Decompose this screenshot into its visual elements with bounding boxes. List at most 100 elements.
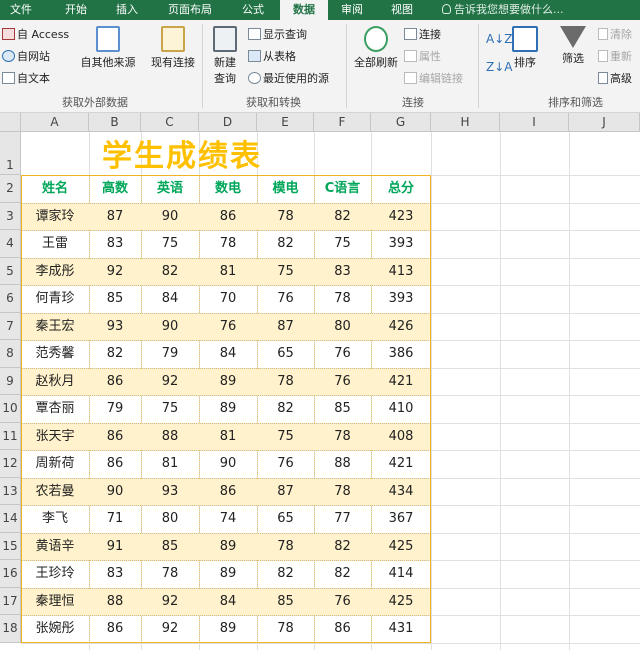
refresh-icon (364, 26, 388, 52)
recent-sources-icon (248, 72, 261, 84)
from-other-label: 自其他来源 (80, 56, 136, 69)
tab-file[interactable]: 文件 (0, 0, 42, 20)
sort-descending-icon[interactable]: Z↓A (486, 58, 512, 76)
row-header-9[interactable]: 9 (0, 367, 21, 395)
refresh-all-button[interactable]: 全部刷新 (350, 26, 402, 70)
tab-data[interactable]: 数据 (280, 0, 328, 20)
other-sources-icon (96, 26, 120, 52)
filter-button[interactable]: 筛选 (556, 26, 590, 66)
from-access-label: 自 Access (17, 28, 70, 41)
sort-icon (512, 26, 538, 52)
properties-label: 属性 (419, 50, 441, 63)
show-queries-button[interactable]: 显示查询 (248, 26, 307, 44)
from-text-label: 自文本 (17, 72, 50, 85)
group-label-sort-filter: 排序和筛选 (548, 96, 603, 109)
from-table-label: 从表格 (263, 50, 296, 63)
from-other-sources-button[interactable]: 自其他来源 (76, 26, 140, 70)
new-query-icon (213, 26, 237, 52)
ribbon-tabs: 文件 开始 插入 页面布局 公式 数据 审阅 视图 告诉我您想要做什么... (0, 0, 640, 20)
row-header-3[interactable]: 3 (0, 202, 21, 230)
new-query-label: 新建 (214, 56, 236, 69)
column-header-b[interactable]: B (89, 113, 141, 132)
column-header-d[interactable]: D (199, 113, 257, 132)
gridline (21, 642, 640, 644)
from-table-button[interactable]: 从表格 (248, 48, 296, 66)
group-label-external: 获取外部数据 (62, 96, 128, 109)
row-header-16[interactable]: 16 (0, 560, 21, 588)
recent-sources-label: 最近使用的源 (263, 72, 329, 85)
row-header-5[interactable]: 5 (0, 257, 21, 285)
connections-icon (404, 28, 417, 40)
column-header-h[interactable]: H (431, 113, 500, 132)
row-header-7[interactable]: 7 (0, 312, 21, 340)
row-header-17[interactable]: 17 (0, 587, 21, 615)
advanced-filter-icon (598, 72, 608, 84)
from-text-button[interactable]: 自文本 (2, 70, 50, 88)
row-header-8[interactable]: 8 (0, 340, 21, 368)
recent-sources-button[interactable]: 最近使用的源 (248, 70, 329, 88)
new-query-button[interactable]: 新建 查询 (206, 26, 244, 86)
from-access-button[interactable]: 自 Access (2, 26, 69, 44)
row-header-13[interactable]: 13 (0, 477, 21, 505)
column-header-a[interactable]: A (21, 113, 89, 132)
sort-button[interactable]: 排序 (510, 26, 540, 70)
existing-connections-button[interactable]: 现有连接 (146, 26, 200, 70)
separator (202, 24, 203, 108)
row-header-2[interactable]: 2 (0, 175, 21, 203)
row-header-6[interactable]: 6 (0, 285, 21, 313)
column-header-f[interactable]: F (314, 113, 371, 132)
new-query-label-2: 查询 (214, 72, 236, 85)
gridline (500, 132, 501, 650)
table-outer-border (21, 175, 431, 643)
clear-filter-button[interactable]: 清除 (598, 26, 632, 44)
select-all-corner[interactable] (0, 113, 21, 132)
properties-button[interactable]: 属性 (404, 48, 441, 66)
existing-connections-icon (161, 26, 185, 52)
tab-insert[interactable]: 插入 (102, 0, 152, 20)
connections-button[interactable]: 连接 (404, 26, 441, 44)
reapply-button[interactable]: 重新 (598, 48, 632, 66)
refresh-all-label: 全部刷新 (354, 56, 398, 69)
tab-home[interactable]: 开始 (50, 0, 102, 20)
spreadsheet-grid: ABCDEFGHIJ 1 2 3 4 5 6 7 8 9 10 11 12 13 14 15 16 17 18 学… (0, 113, 640, 650)
column-header-j[interactable]: J (569, 113, 640, 132)
row-header-15[interactable]: 15 (0, 532, 21, 560)
reapply-icon (598, 50, 608, 62)
tab-view[interactable]: 视图 (376, 0, 428, 20)
separator (478, 24, 479, 108)
access-icon (2, 28, 15, 40)
show-queries-icon (248, 28, 261, 40)
tell-me-text: 告诉我您想要做什么... (454, 3, 564, 16)
lightbulb-icon (442, 4, 451, 14)
row-header-4[interactable]: 4 (0, 230, 21, 258)
from-web-button[interactable]: 自网站 (2, 48, 50, 66)
edit-links-button[interactable]: 编辑链接 (404, 70, 463, 88)
sort-ascending-icon[interactable]: A↓Z (486, 30, 512, 48)
edit-links-label: 编辑链接 (419, 72, 463, 85)
tab-formulas[interactable]: 公式 (228, 0, 278, 20)
show-queries-label: 显示查询 (263, 28, 307, 41)
filter-label: 筛选 (562, 52, 584, 65)
row-header-1[interactable]: 1 (0, 132, 21, 175)
edit-links-icon (404, 72, 417, 84)
group-label-transform: 获取和转换 (246, 96, 301, 109)
reapply-label: 重新 (610, 50, 632, 63)
column-header-e[interactable]: E (257, 113, 314, 132)
text-file-icon (2, 72, 15, 84)
tab-page-layout[interactable]: 页面布局 (152, 0, 228, 20)
row-header-18[interactable]: 18 (0, 615, 21, 643)
column-header-c[interactable]: C (141, 113, 199, 132)
row-header-11[interactable]: 11 (0, 422, 21, 450)
ribbon: 自 Access 自网站 自文本 自其他来源 现有连接 获取外部数据 新建 查询… (0, 20, 640, 113)
row-header-14[interactable]: 14 (0, 505, 21, 533)
column-header-i[interactable]: I (500, 113, 569, 132)
tab-review[interactable]: 审阅 (330, 0, 374, 20)
table-icon (248, 50, 261, 62)
from-web-label: 自网站 (17, 50, 50, 63)
row-header-12[interactable]: 12 (0, 450, 21, 478)
row-header-10[interactable]: 10 (0, 395, 21, 423)
advanced-filter-button[interactable]: 高级 (598, 70, 632, 88)
advanced-label: 高级 (610, 72, 632, 85)
tell-me-box[interactable]: 告诉我您想要做什么... (442, 0, 564, 20)
column-header-g[interactable]: G (371, 113, 431, 132)
